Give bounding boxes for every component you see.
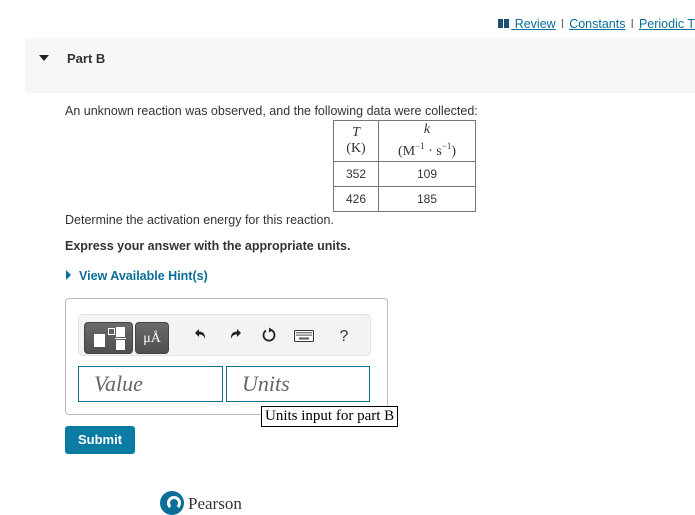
units-input-tooltip: Units input for part B (261, 406, 399, 427)
answer-box: μÅ ? Value Units (65, 298, 388, 415)
redo-icon (230, 329, 241, 339)
undo-button[interactable] (191, 327, 211, 347)
reset-button[interactable] (259, 327, 279, 347)
book-icon (498, 19, 510, 28)
link-separator: I (560, 17, 565, 31)
table-row: 352 109 (333, 161, 476, 187)
view-hints-label: View Available Hint(s) (79, 269, 208, 283)
resource-links: Review I Constants I Periodic T (498, 17, 695, 31)
part-header[interactable]: Part B (25, 38, 695, 93)
units-button[interactable]: μÅ (135, 322, 169, 354)
table-header-row: T (K) k (M−1 · s−1) (333, 120, 476, 162)
cell-rate-constant: 109 (378, 161, 476, 187)
answer-toolbar: μÅ ? (78, 314, 371, 356)
instruction-text: Determine the activation energy for this… (65, 213, 334, 227)
question-prompt: An unknown reaction was observed, and th… (65, 104, 478, 118)
keyboard-icon (294, 330, 314, 342)
value-input[interactable]: Value (78, 366, 223, 402)
link-separator: I (630, 17, 634, 31)
pearson-brand: Pearson (188, 494, 242, 513)
caret-right-icon (66, 270, 71, 280)
periodic-table-link[interactable]: Periodic T (639, 17, 695, 31)
part-title: Part B (67, 51, 106, 66)
review-link[interactable]: Review (511, 17, 556, 31)
help-button[interactable]: ? (334, 327, 354, 347)
submit-button[interactable]: Submit (65, 426, 135, 454)
reset-icon (262, 327, 276, 342)
constants-link[interactable]: Constants (569, 17, 625, 31)
header-temperature: T (K) (333, 120, 379, 162)
express-units-text: Express your answer with the appropriate… (65, 239, 351, 253)
cell-rate-constant: 185 (378, 186, 476, 212)
keyboard-button[interactable] (293, 327, 315, 347)
data-table: T (K) k (M−1 · s−1) 352 109 426 185 (333, 120, 476, 212)
collapse-caret-icon[interactable] (39, 55, 49, 61)
templates-button[interactable] (84, 322, 133, 354)
redo-button[interactable] (225, 327, 245, 347)
units-input[interactable]: Units (226, 366, 370, 402)
undo-icon (195, 329, 206, 339)
table-row: 426 185 (333, 186, 476, 212)
pearson-logo-icon (160, 491, 184, 515)
view-hints-toggle[interactable]: View Available Hint(s) (66, 269, 208, 283)
header-rate-constant: k (M−1 · s−1) (378, 120, 476, 162)
cell-temperature: 352 (333, 161, 379, 187)
cell-temperature: 426 (333, 186, 379, 212)
